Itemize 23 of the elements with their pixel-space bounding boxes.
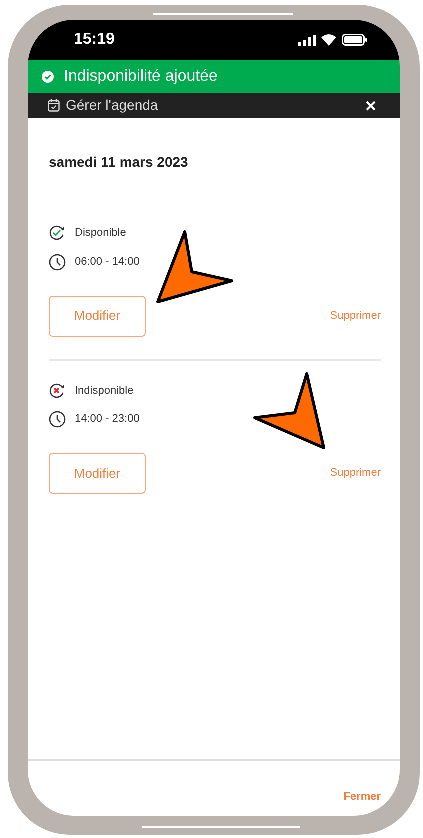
- check-circle-icon: [42, 70, 54, 82]
- close-link[interactable]: Fermer: [344, 789, 381, 806]
- close-icon[interactable]: [366, 100, 376, 110]
- status-label: Disponible: [75, 226, 126, 241]
- edit-button[interactable]: Modifier: [49, 296, 146, 336]
- clock-icon: [49, 411, 66, 428]
- date-heading: samedi 11 mars 2023: [49, 153, 190, 172]
- wifi-icon: [321, 34, 337, 46]
- battery-icon: [342, 34, 368, 46]
- calendar-icon: [48, 99, 60, 112]
- clock-icon: [49, 254, 66, 270]
- signal-icon: [298, 34, 316, 46]
- delete-link[interactable]: Supprimer: [330, 465, 381, 482]
- unavailable-icon: [49, 382, 66, 399]
- status-time: 15:19: [74, 30, 115, 50]
- status-label: Indisponible: [75, 384, 134, 398]
- header-title: Gérer l'agenda: [66, 96, 158, 115]
- delete-link[interactable]: Supprimer: [330, 308, 381, 324]
- toast-message: Indisponibilité ajoutée: [64, 66, 218, 86]
- time-range: 14:00 - 23:00: [75, 412, 140, 428]
- time-range: 06:00 - 14:00: [75, 254, 140, 270]
- available-icon: [49, 225, 66, 242]
- edit-button[interactable]: Modifier: [49, 453, 146, 494]
